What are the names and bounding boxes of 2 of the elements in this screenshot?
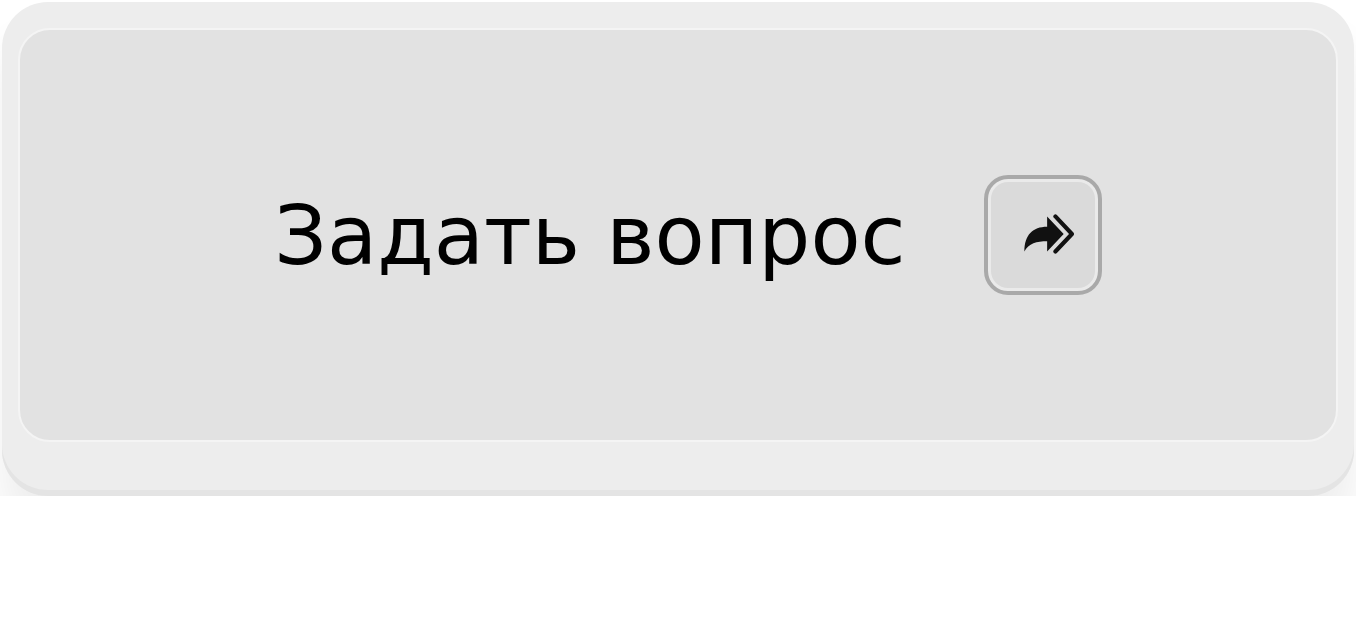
forward-icon <box>983 175 1102 295</box>
ask-question-button[interactable]: Задать вопрос <box>2 2 1354 496</box>
